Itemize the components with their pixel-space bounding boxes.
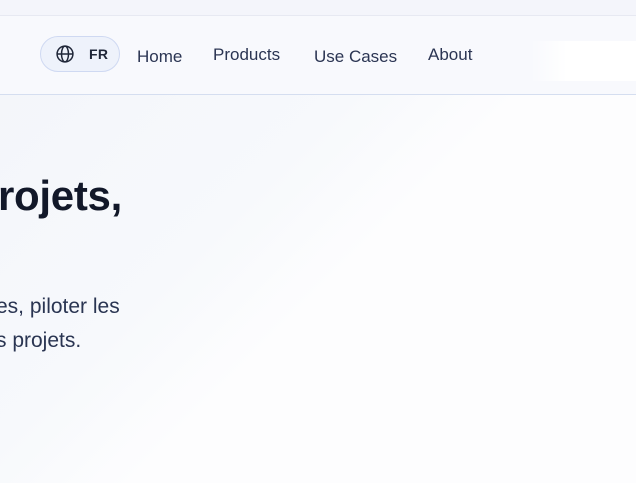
nav-link-home[interactable]: Home — [137, 47, 182, 67]
hero-description: es, piloter les s projets. — [0, 290, 120, 358]
hero-title: rojets, — [0, 172, 122, 219]
nav-right-fade — [530, 41, 636, 81]
nav-link-products[interactable]: Products — [213, 45, 280, 65]
top-navbar: FR Home Products Use Cases About — [0, 16, 636, 95]
language-switcher[interactable]: FR — [40, 36, 120, 72]
globe-icon — [56, 45, 74, 63]
nav-link-about[interactable]: About — [428, 45, 472, 65]
nav-link-use-cases[interactable]: Use Cases — [314, 47, 397, 67]
language-label: FR — [89, 46, 109, 62]
hero-description-line-1: es, piloter les — [0, 295, 120, 318]
top-strip — [0, 0, 636, 16]
hero-description-line-2: s projets. — [0, 329, 82, 352]
